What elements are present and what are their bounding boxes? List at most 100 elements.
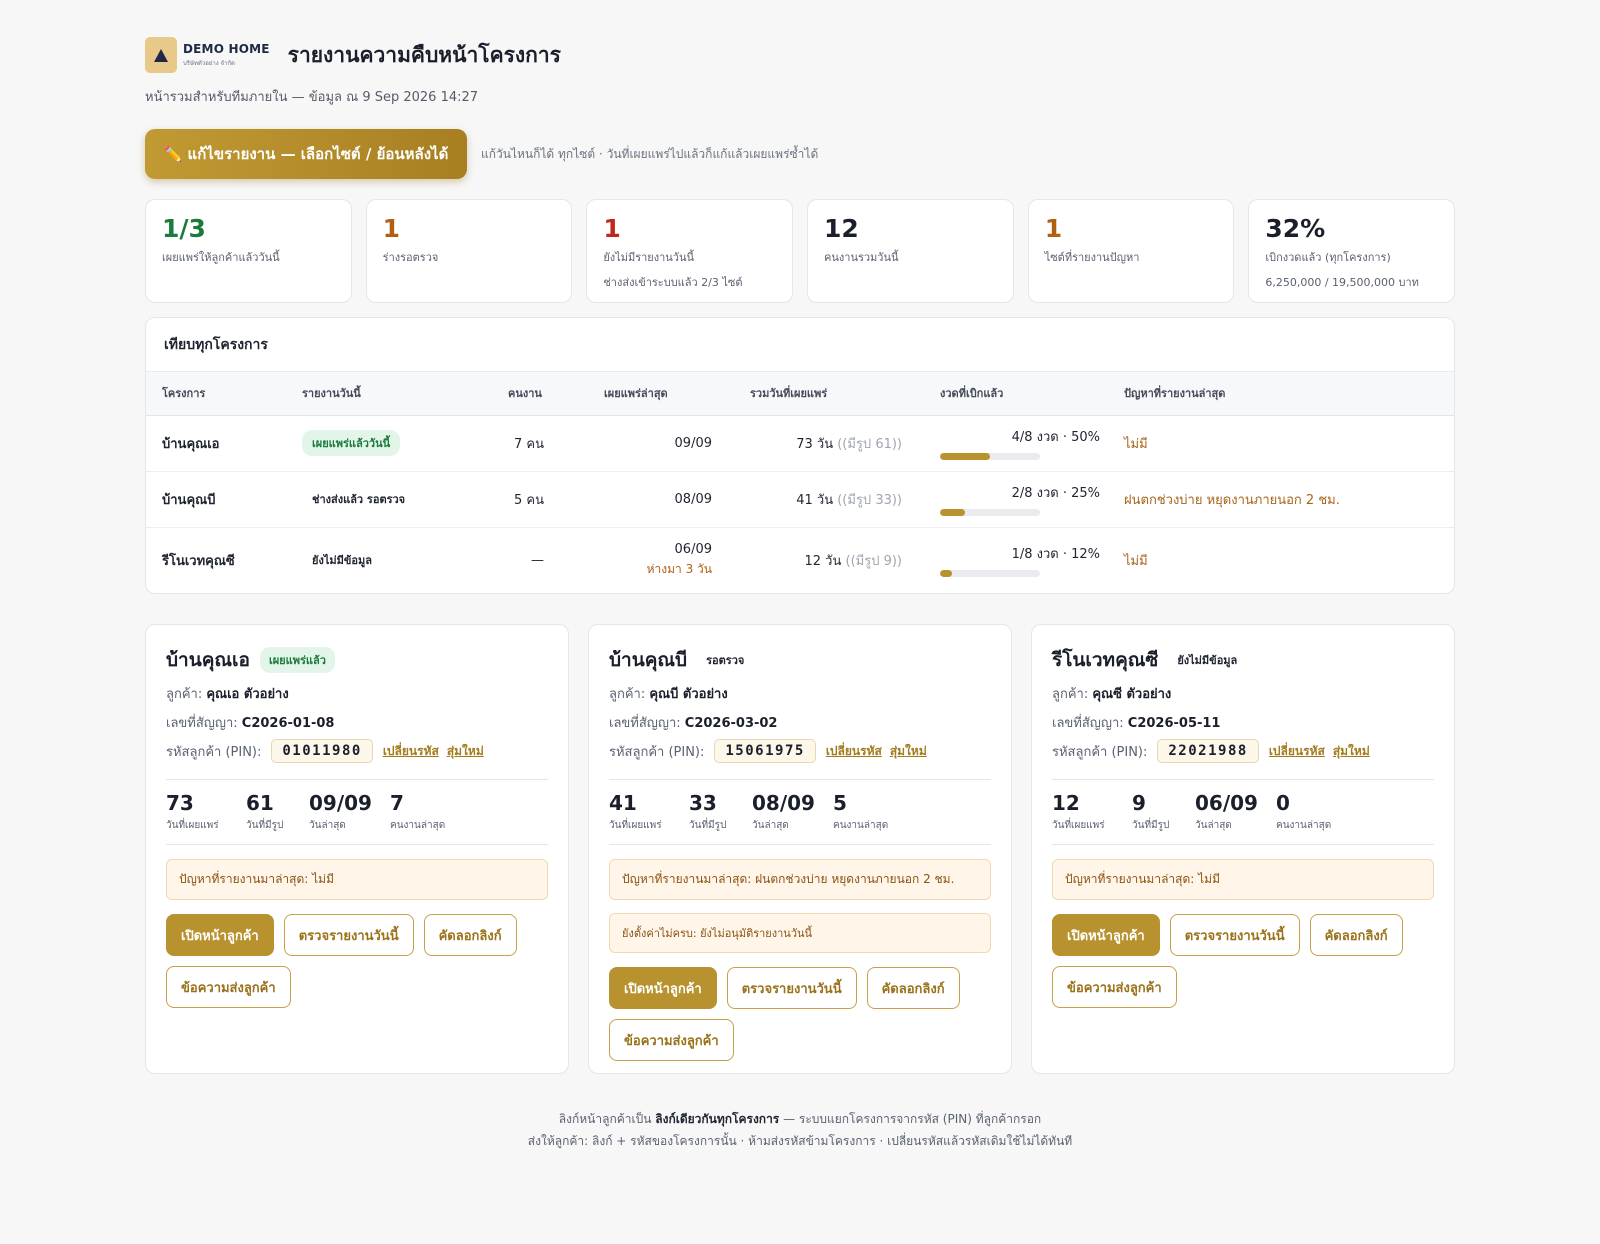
col-issue: ปัญหาที่รายงานล่าสุด <box>1116 372 1454 416</box>
compare-title: เทียบทุกโครงการ <box>146 318 1454 372</box>
brand: DEMO HOME บริษัทตัวอย่าง จำกัด <box>183 42 270 68</box>
card-actions: เปิดหน้าลูกค้า ตรวจรายงานวันนี้ คัดลอกลิ… <box>609 967 991 1061</box>
row-photo: ((มีรูป 33)) <box>837 492 902 508</box>
row-issue: ฝนตกช่วงบ่าย หยุดงานภายนอก 2 ชม. <box>1116 471 1454 528</box>
table-header-row: โครงการ รายงานวันนี้ คนงาน เผยแพร่ล่าสุด… <box>146 372 1454 416</box>
change-pin-link[interactable]: เปลี่ยนรหัส <box>1269 742 1325 761</box>
pin-label: รหัสลูกค้า (PIN): <box>1052 744 1148 760</box>
open-customer-page-button[interactable]: เปิดหน้าลูกค้า <box>166 914 274 956</box>
copy-link-button[interactable]: คัดลอกลิงก์ <box>866 967 960 1009</box>
row-last: 08/09 <box>674 491 712 507</box>
row-days: 73 วัน <box>796 436 834 452</box>
customer-message-button[interactable]: ข้อความส่งลูกค้า <box>1052 966 1177 1008</box>
open-customer-page-button[interactable]: เปิดหน้าลูกค้า <box>1052 914 1160 956</box>
pin-row: รหัสลูกค้า (PIN): 01011980 เปลี่ยนรหัส ส… <box>166 739 548 763</box>
stat-value: 32% <box>1265 214 1326 243</box>
row-name: บ้านคุณเอ <box>146 415 294 472</box>
issue-box: ปัญหาที่รายงานมาล่าสุด: ฝนตกช่วงบ่าย หยุ… <box>609 859 991 900</box>
divider <box>609 779 991 780</box>
stat-value: 1/3 <box>162 214 206 243</box>
row-photo: ((มีรูป 61)) <box>837 436 902 452</box>
random-pin-link[interactable]: สุ่มใหม่ <box>1333 742 1370 761</box>
review-report-button[interactable]: ตรวจรายงานวันนี้ <box>283 914 414 956</box>
copy-link-button[interactable]: คัดลอกลิงก์ <box>1309 914 1403 956</box>
stat-value: 1 <box>603 214 621 243</box>
stat-no-report: 1 ยังไม่มีรายงานวันนี้ ช่างส่งเข้าระบบแล… <box>586 199 794 303</box>
customer-message-button[interactable]: ข้อความส่งลูกค้า <box>166 966 291 1008</box>
metric-workers: 5 <box>833 791 847 815</box>
metric-days: 73 <box>166 791 194 815</box>
metric-photo-days: 33 <box>689 791 717 815</box>
stat-value: 1 <box>1044 214 1063 243</box>
brand-sub: บริษัทตัวอย่าง จำกัด <box>183 60 235 67</box>
row-name: รีโนเวทคุณซี <box>162 553 235 569</box>
row-progress-text: 2/8 งวด · 25% <box>1011 486 1100 501</box>
table-row[interactable]: รีโนเวทคุณซี ยังไม่มีข้อมูล — 06/09 ห่างม… <box>146 527 1454 593</box>
status-badge: ช่างส่งแล้ว รอตรวจ <box>312 493 406 506</box>
stat-label: ร่างรอตรวจ <box>382 251 439 264</box>
row-progress-text: 4/8 งวด · 50% <box>1011 430 1100 445</box>
stat-label: เบิกงวดแล้ว (ทุกโครงการ) <box>1265 251 1391 264</box>
status-badge: รอตรวจ <box>706 654 745 667</box>
random-pin-link[interactable]: สุ่มใหม่ <box>890 742 927 761</box>
col-project: โครงการ <box>146 372 294 416</box>
card-customer: ลูกค้า: คุณซี ตัวอย่าง <box>1052 687 1172 702</box>
metric-workers: 7 <box>390 791 404 815</box>
col-today: รายงานวันนี้ <box>294 372 500 416</box>
col-last: เผยแพร่ล่าสุด <box>596 372 742 416</box>
row-days: 41 วัน <box>796 492 834 508</box>
page-title: รายงานความคืบหน้าโครงการ <box>287 42 561 67</box>
divider <box>609 844 991 845</box>
col-payment: งวดที่เบิกแล้ว <box>932 372 1116 416</box>
stat-draft: 1 ร่างรอตรวจ <box>365 199 573 303</box>
change-pin-link[interactable]: เปลี่ยนรหัส <box>826 742 882 761</box>
project-card: รีโนเวทคุณซี ยังไม่มีข้อมูล ลูกค้า: คุณซ… <box>1031 624 1455 1074</box>
open-customer-page-button[interactable]: เปิดหน้าลูกค้า <box>609 967 717 1009</box>
metric-last-day: 06/09 <box>1195 791 1258 815</box>
edit-report-button[interactable]: ✏️ แก้ไขรายงาน — เลือกไซต์ / ย้อนหลังได้ <box>145 129 467 179</box>
random-pin-link[interactable]: สุ่มใหม่ <box>447 742 484 761</box>
card-contract: เลขที่สัญญา: C2026-01-08 <box>166 716 335 731</box>
issue-box: ปัญหาที่รายงานมาล่าสุด: ไม่มี <box>166 859 548 900</box>
customer-name: คุณเอ ตัวอย่าง <box>206 687 289 702</box>
review-report-button[interactable]: ตรวจรายงานวันนี้ <box>726 967 857 1009</box>
copy-link-button[interactable]: คัดลอกลิงก์ <box>423 914 517 956</box>
status-badge: ยังไม่มีข้อมูล <box>312 554 372 568</box>
card-contract: เลขที่สัญญา: C2026-03-02 <box>609 716 778 731</box>
logo-triangle-icon <box>154 48 168 62</box>
card-actions: เปิดหน้าลูกค้า ตรวจรายงานวันนี้ คัดลอกลิ… <box>166 914 548 1008</box>
status-badge: เผยแพร่แล้ว <box>259 647 335 673</box>
row-issue: ไม่มี <box>1116 415 1454 472</box>
stat-label: เผยแพร่ให้ลูกค้าแล้ววันนี้ <box>162 251 280 264</box>
progress-fill <box>940 570 952 578</box>
stat-published: 1/3 เผยแพร่ให้ลูกค้าแล้ววันนี้ <box>145 199 352 303</box>
card-metrics: 73 วันที่เผยแพร่ 61 วันที่มีรูป 09/09 วันล่… <box>166 792 548 834</box>
metric-photo-days: 61 <box>246 791 274 815</box>
edit-row: ✏️ แก้ไขรายงาน — เลือกไซต์ / ย้อนหลังได้… <box>145 129 1455 179</box>
stat-label: คนงานรวมวันนี้ <box>824 251 899 264</box>
stat-issues: 1 ไซต์ที่รายงานปัญหา <box>1027 199 1235 303</box>
col-workers: คนงาน <box>500 372 596 416</box>
project-cards: บ้านคุณเอ เผยแพร่แล้ว ลูกค้า: คุณเอ ตัวอ… <box>145 624 1455 1074</box>
card-customer: ลูกค้า: คุณเอ ตัวอย่าง <box>166 687 289 702</box>
table-row[interactable]: บ้านคุณบี ช่างส่งแล้ว รอตรวจ 5 คน 08/09 … <box>146 471 1454 528</box>
pin-code: 22021988 <box>1157 739 1259 763</box>
compare-table: โครงการ รายงานวันนี้ คนงาน เผยแพร่ล่าสุด… <box>146 372 1454 593</box>
row-last: 09/09 <box>674 435 712 451</box>
customer-message-button[interactable]: ข้อความส่งลูกค้า <box>609 1019 734 1061</box>
metric-workers: 0 <box>1276 791 1290 815</box>
review-report-button[interactable]: ตรวจรายงานวันนี้ <box>1169 914 1300 956</box>
compare-table-card: เทียบทุกโครงการ โครงการ รายงานวันนี้ คนง… <box>145 317 1455 594</box>
row-workers: 5 คน <box>500 471 596 528</box>
contract-number: C2026-01-08 <box>241 716 335 731</box>
contract-number: C2026-03-02 <box>684 716 778 731</box>
issue-box: ปัญหาที่รายงานมาล่าสุด: ไม่มี <box>1052 859 1434 900</box>
pin-label: รหัสลูกค้า (PIN): <box>609 744 705 760</box>
table-row[interactable]: บ้านคุณเอ เผยแพร่แล้ววันนี้ 7 คน 09/09 7… <box>146 415 1454 472</box>
footer-note: ลิงก์หน้าลูกค้าเป็น ลิงก์เดียวกันทุกโครง… <box>145 1108 1455 1152</box>
change-pin-link[interactable]: เปลี่ยนรหัส <box>383 742 439 761</box>
stat-workers: 12 คนงานรวมวันนี้ <box>807 199 1014 303</box>
metric-days: 41 <box>609 791 637 815</box>
contract-number: C2026-05-11 <box>1127 716 1221 731</box>
stat-sub: 6,250,000 / 19,500,000 บาท <box>1265 276 1419 289</box>
